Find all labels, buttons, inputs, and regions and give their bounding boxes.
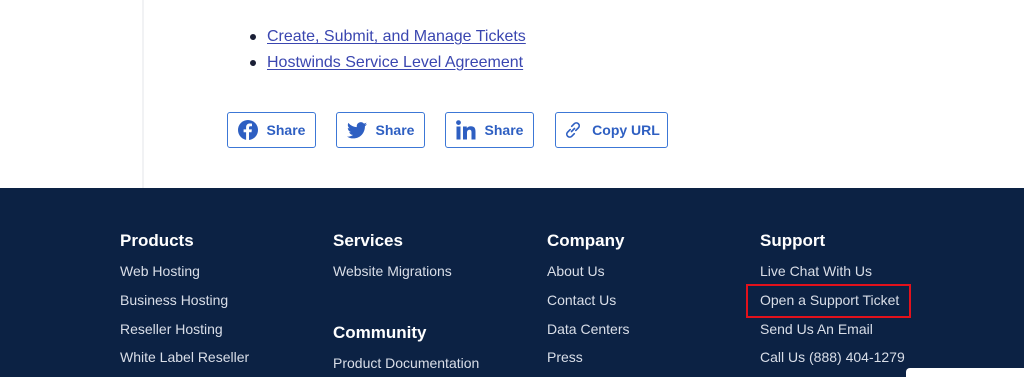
article-content: Create, Submit, and Manage Tickets Hostw… xyxy=(0,0,1024,188)
footer-link-reseller-hosting[interactable]: Reseller Hosting xyxy=(120,321,223,337)
twitter-share-label: Share xyxy=(375,122,415,138)
footer-link-about-us[interactable]: About Us xyxy=(547,263,605,279)
footer-support-title: Support xyxy=(760,231,826,250)
linkedin-share-button[interactable]: Share xyxy=(445,112,534,148)
footer-products-title: Products xyxy=(120,231,194,250)
list-item: Create, Submit, and Manage Tickets xyxy=(248,26,526,52)
footer-link-web-hosting[interactable]: Web Hosting xyxy=(120,263,200,279)
chat-widget-corner[interactable] xyxy=(906,368,1024,377)
copy-url-label: Copy URL xyxy=(592,122,660,138)
facebook-share-button[interactable]: Share xyxy=(227,112,316,148)
list-item: Hostwinds Service Level Agreement xyxy=(248,52,526,78)
footer-link-data-centers[interactable]: Data Centers xyxy=(547,321,629,337)
twitter-share-button[interactable]: Share xyxy=(336,112,425,148)
footer-link-call-us[interactable]: Call Us (888) 404-1279 xyxy=(760,349,905,365)
footer-link-white-label-reseller[interactable]: White Label Reseller xyxy=(120,349,249,365)
support-ticket-highlight xyxy=(746,284,911,318)
footer-link-send-email[interactable]: Send Us An Email xyxy=(760,321,873,337)
site-footer: Products Web Hosting Business Hosting Re… xyxy=(0,188,1024,377)
footer-link-contact-us[interactable]: Contact Us xyxy=(547,292,616,308)
footer-link-live-chat[interactable]: Live Chat With Us xyxy=(760,263,872,279)
footer-services-title: Services xyxy=(333,231,403,250)
twitter-icon xyxy=(346,121,367,139)
facebook-icon xyxy=(237,120,258,140)
sla-link[interactable]: Hostwinds Service Level Agreement xyxy=(267,54,523,71)
link-icon xyxy=(563,120,583,140)
create-tickets-link[interactable]: Create, Submit, and Manage Tickets xyxy=(267,28,526,45)
footer-company-title: Company xyxy=(547,231,625,250)
footer-link-website-migrations[interactable]: Website Migrations xyxy=(333,263,452,279)
footer-link-business-hosting[interactable]: Business Hosting xyxy=(120,292,228,308)
content-divider xyxy=(142,0,144,188)
copy-url-button[interactable]: Copy URL xyxy=(555,112,668,148)
footer-community-title: Community xyxy=(333,323,427,342)
footer-link-press[interactable]: Press xyxy=(547,349,583,365)
linkedin-icon xyxy=(455,120,476,140)
facebook-share-label: Share xyxy=(266,122,306,138)
linkedin-share-label: Share xyxy=(484,122,524,138)
related-links-list: Create, Submit, and Manage Tickets Hostw… xyxy=(248,26,526,78)
footer-link-product-documentation[interactable]: Product Documentation xyxy=(333,355,479,371)
